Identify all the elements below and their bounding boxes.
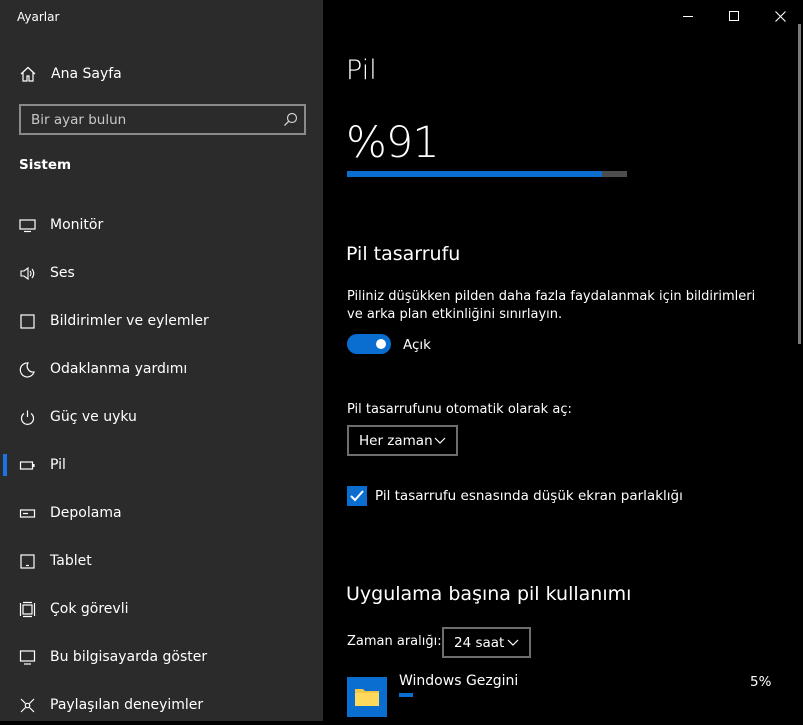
sidebar-item-project[interactable]: Bu bilgisayarda göster [0,637,323,677]
multitask-icon [19,601,36,617]
window-title: Ayarlar [17,10,60,24]
auto-saver-dropdown[interactable]: Her zaman [347,425,458,456]
toggle-knob [376,339,386,349]
battery-saver-description: Piliniz düşükken pilden daha fazla fayda… [347,289,756,322]
sidebar-item-label: Paylaşılan deneyimler [50,697,204,713]
sidebar-item-label: Güç ve uyku [50,409,137,425]
folder-icon [347,677,387,717]
toggle-state-label: Açık [403,337,431,353]
minimize-button[interactable] [665,0,711,32]
battery-progress-fill [347,171,602,177]
time-range-value: 24 saat [454,634,505,651]
app-usage-percent: 5% [750,674,772,690]
home-icon [20,66,36,82]
time-range-dropdown[interactable]: 24 saat [442,627,531,658]
sidebar-item-notifications[interactable]: Bildirimler ve eylemler [0,301,323,341]
minimize-icon [683,16,693,17]
section-title: Sistem [19,157,72,173]
search-input[interactable] [21,110,283,129]
auto-saver-value: Her zaman [359,432,433,449]
battery-progress-bar [347,171,627,177]
maximize-button[interactable] [711,0,757,32]
chevron-down-icon [507,639,519,646]
sidebar-item-tablet[interactable]: Tablet [0,541,323,581]
project-icon [19,649,36,665]
app-usage-bar [399,693,413,697]
sidebar-item-label: Monitör [50,217,104,233]
sidebar-item-monitor[interactable]: Monitör [0,205,323,245]
scrollbar[interactable] [798,24,801,344]
time-range-label: Zaman aralığı: [347,634,442,649]
sidebar-item-label: Tablet [50,553,92,569]
sidebar-item-label: Bu bilgisayarda göster [50,649,208,665]
page-title: Pil [346,55,377,86]
sidebar-item-label: Çok görevli [50,601,129,617]
brightness-checkbox[interactable] [347,486,367,506]
sidebar-item-label: Odaklanma yardımı [50,361,188,377]
sidebar-item-multitask[interactable]: Çok görevli [0,589,323,629]
tablet-icon [20,553,35,569]
maximize-icon [729,11,739,21]
notification-icon [20,313,35,329]
sidebar-item-focus[interactable]: Odaklanma yardımı [0,349,323,389]
sidebar-item-label: Depolama [50,505,122,521]
active-indicator [3,454,7,476]
monitor-icon [19,218,36,232]
close-icon [774,10,786,22]
battery-saver-toggle[interactable] [347,334,391,354]
battery-percent: %91 [346,118,440,168]
checkmark-icon [350,490,364,502]
sidebar-item-power[interactable]: Güç ve uyku [0,397,323,437]
speaker-icon [20,266,35,280]
brightness-label: Pil tasarrufu esnasında düşük ekran parl… [375,488,683,504]
sidebar-item-shared[interactable]: Paylaşılan deneyimler [0,685,323,725]
search-icon[interactable] [283,112,298,127]
sidebar-item-ses[interactable]: Ses [0,253,323,293]
sidebar-item-battery[interactable]: Pil [0,445,323,485]
chevron-down-icon [434,437,446,444]
auto-saver-label: Pil tasarrufunu otomatik olarak aç: [347,402,572,417]
battery-icon [19,460,35,470]
close-button[interactable] [757,0,803,32]
power-icon [20,410,35,425]
sidebar: Ayarlar Ana Sayfa Sistem Monitör Ses Bil… [0,0,323,721]
battery-saver-heading: Pil tasarrufu [346,243,461,265]
sidebar-item-label: Pil [50,457,66,473]
search-box[interactable] [19,104,306,135]
home-label: Ana Sayfa [51,66,122,82]
app-name[interactable]: Windows Gezgini [399,673,518,689]
home-link[interactable]: Ana Sayfa [19,62,122,86]
sidebar-item-label: Ses [50,265,75,281]
sidebar-item-label: Bildirimler ve eylemler [50,313,209,329]
storage-icon [19,508,36,518]
moon-icon [19,361,35,378]
sidebar-item-storage[interactable]: Depolama [0,493,323,533]
share-icon [20,698,35,712]
app-usage-heading: Uygulama başına pil kullanımı [346,583,632,605]
